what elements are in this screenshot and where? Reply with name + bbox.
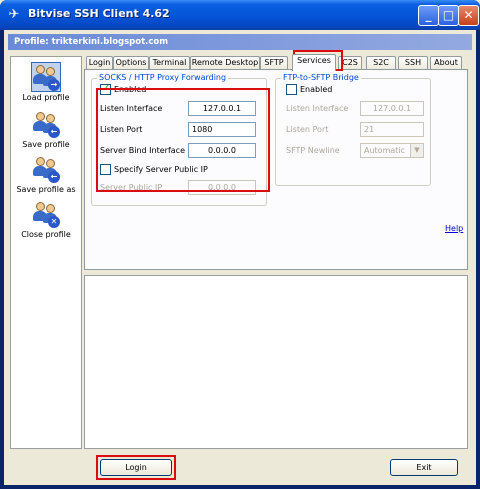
tab-about[interactable]: About [430, 56, 462, 70]
tab-remote-desktop[interactable]: Remote Desktop [190, 56, 260, 70]
chevron-down-icon[interactable]: ▼ [410, 144, 423, 157]
socks-listen-port-label: Listen Port [100, 125, 143, 134]
app-window: ✈ Bitvise SSH Client 4.62 _ □ ✕ Profile:… [0, 0, 480, 489]
sidebar: → Load profile ← Save profile ← Save pro… [10, 56, 82, 449]
specify-ip-label: Specify Server Public IP [114, 165, 208, 174]
sidebar-item-label: Load profile [22, 93, 70, 102]
sftp-newline-label: SFTP Newline [286, 146, 340, 155]
sftp-newline-select[interactable]: Automatic ▼ [360, 143, 424, 158]
checkmark-icon: ✓ [102, 83, 111, 94]
socks-server-bind-field[interactable]: 0.0.0.0 [188, 143, 256, 158]
window-title: Bitvise SSH Client 4.62 [28, 7, 170, 20]
login-button[interactable]: Login [100, 459, 172, 476]
sidebar-item-label: Save profile as [16, 185, 76, 194]
sidebar-item-save-profile[interactable]: ← Save profile [11, 110, 81, 149]
ftp-listen-interface-field[interactable]: 127.0.0.1 [360, 101, 424, 116]
socks-server-bind-label: Server Bind Interface [100, 146, 185, 155]
sidebar-item-save-profile-as[interactable]: ← Save profile as [11, 155, 81, 194]
sftp-newline-value: Automatic [364, 146, 406, 155]
tab-c2s[interactable]: C2S [338, 56, 362, 70]
tab-sftp[interactable]: SFTP [260, 56, 288, 70]
ftp-enabled-checkbox[interactable] [286, 84, 297, 95]
socks-group-title: SOCKS / HTTP Proxy Forwarding [97, 73, 229, 82]
tab-ssh[interactable]: SSH [398, 56, 428, 70]
minimize-button[interactable]: _ [418, 5, 439, 26]
tab-login[interactable]: Login [86, 56, 113, 70]
client-area: Profile: trikterkini.blogspot.com → Load… [4, 30, 476, 485]
socks-listen-interface-label: Listen Interface [100, 104, 163, 113]
app-icon: ✈ [8, 7, 20, 22]
save-profile-as-icon: ← [32, 155, 60, 183]
tab-services[interactable]: Services [292, 54, 336, 71]
tab-terminal[interactable]: Terminal [149, 56, 190, 70]
socks-enabled-checkbox[interactable]: ✓ [100, 83, 111, 95]
ftp-listen-interface-label: Listen Interface [286, 104, 349, 113]
tab-s2c[interactable]: S2C [366, 56, 396, 70]
server-public-ip-field[interactable]: 0.0.0.0 [188, 180, 256, 195]
ftp-listen-port-field[interactable]: 21 [360, 122, 424, 137]
save-profile-icon: ← [32, 110, 60, 138]
ftp-group-title: FTP-to-SFTP Bridge [281, 73, 361, 82]
socks-listen-port-field[interactable]: 1080 [188, 122, 256, 137]
tab-options[interactable]: Options [113, 56, 149, 70]
maximize-button[interactable]: □ [438, 5, 459, 26]
log-area[interactable] [84, 275, 468, 449]
ftp-listen-port-label: Listen Port [286, 125, 329, 134]
load-profile-icon: → [31, 62, 61, 92]
server-public-ip-label: Server Public IP [100, 183, 163, 192]
ftp-enabled-label: Enabled [300, 85, 333, 94]
sidebar-item-label: Save profile [22, 140, 70, 149]
title-bar[interactable]: ✈ Bitvise SSH Client 4.62 _ □ ✕ [0, 0, 480, 30]
specify-ip-checkbox[interactable] [100, 164, 111, 175]
socks-listen-interface-field[interactable]: 127.0.0.1 [188, 101, 256, 116]
close-profile-icon: ✕ [32, 200, 60, 228]
sidebar-item-label: Close profile [21, 230, 71, 239]
sidebar-item-load-profile[interactable]: → Load profile [11, 62, 81, 102]
help-link[interactable]: Help [445, 224, 463, 233]
socks-enabled-label: Enabled [114, 85, 147, 94]
sidebar-item-close-profile[interactable]: ✕ Close profile [11, 200, 81, 239]
services-panel: SOCKS / HTTP Proxy Forwarding ✓ Enabled … [84, 69, 468, 270]
exit-button[interactable]: Exit [390, 459, 458, 476]
close-button[interactable]: ✕ [458, 5, 479, 26]
profile-bar: Profile: trikterkini.blogspot.com [8, 34, 472, 50]
